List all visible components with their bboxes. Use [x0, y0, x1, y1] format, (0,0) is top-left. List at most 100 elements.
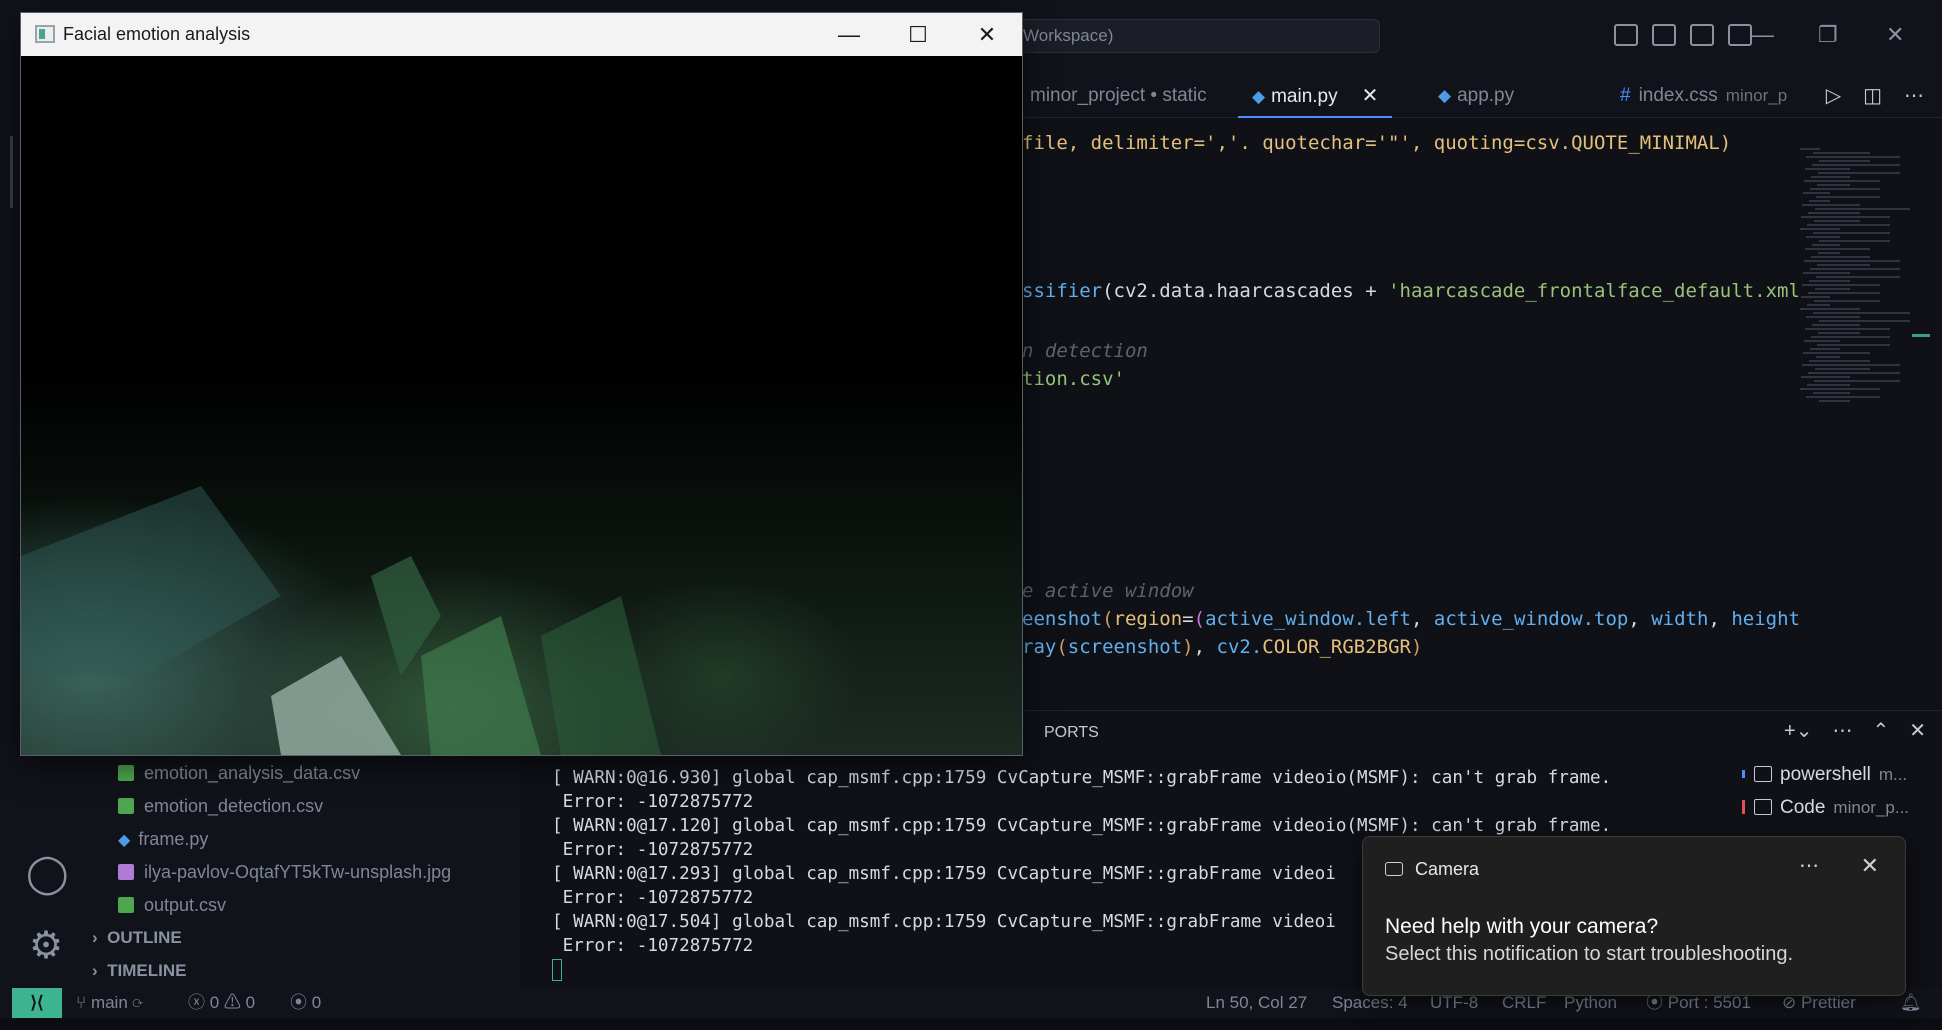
taskbar-edge — [0, 1018, 1942, 1030]
tab-index-css[interactable]: # index.css minor_p — [1620, 74, 1787, 118]
code-line: ray(screenshot), cv2.COLOR_RGB2BGR) — [1022, 634, 1422, 660]
terminal-marker — [1742, 770, 1745, 778]
image-file-icon — [118, 864, 134, 880]
code-token: ( — [1056, 636, 1068, 658]
window-minimize-icon[interactable]: — — [814, 13, 884, 56]
code-token: tion.csv' — [1022, 368, 1125, 390]
terminal-line: [ WARN:0@16.930] global cap_msmf.cpp:175… — [552, 768, 1612, 788]
code-token: ) — [1182, 636, 1194, 658]
file-name: ilya-pavlov-OqtafYT5kTw-unsplash.jpg — [144, 862, 452, 882]
code-editor[interactable]: file, delimiter=','. quotechar='"', quot… — [1022, 126, 1802, 700]
ports-status[interactable]: ⦿ 0 — [290, 988, 321, 1018]
broadcast-icon: ⦿ — [290, 993, 312, 1012]
notification-body: Select this notification to start troubl… — [1385, 943, 1794, 965]
customize-layout-icon[interactable] — [1728, 24, 1752, 46]
camera-frame — [21, 56, 1022, 755]
chevron-right-icon: › — [92, 961, 108, 980]
code-token: file, delimiter=','. quotechar='"', quot… — [1022, 132, 1732, 154]
restore-icon[interactable]: ❐ — [1818, 22, 1838, 48]
minimize-icon[interactable]: — — [1752, 22, 1774, 48]
explorer-file-item[interactable]: output.csv — [118, 889, 226, 922]
remote-indicator-icon[interactable]: ⟩⟨ — [12, 988, 62, 1018]
new-terminal-icon[interactable]: +⌄ — [1784, 718, 1812, 743]
code-token: e active window — [1022, 580, 1194, 602]
panel-actions: +⌄ ⋯ ⌃ ✕ — [1784, 718, 1926, 743]
code-token: ( — [1102, 280, 1114, 302]
error-icon: ⓧ — [188, 993, 210, 1012]
branch-icon: ⑂ — [76, 993, 91, 1012]
code-token: , — [1628, 608, 1652, 630]
code-line: tion.csv' — [1022, 366, 1125, 392]
settings-gear-icon[interactable]: ⚙ — [26, 926, 66, 966]
code-line: ssifier(cv2.data.haarcascades + 'haarcas… — [1022, 278, 1800, 304]
problems-status[interactable]: ⓧ 0 ⚠ 0 — [188, 988, 255, 1018]
tab-static[interactable]: minor_project • static — [1030, 74, 1207, 118]
tab-ports[interactable]: PORTS — [1044, 724, 1099, 742]
explorer-file-item[interactable]: emotion_detection.csv — [118, 790, 323, 823]
code-token: ( — [1193, 608, 1206, 630]
code-line: n detection — [1022, 338, 1148, 364]
terminal-item-powershell[interactable]: powershell m... — [1754, 764, 1907, 786]
notification-close-icon[interactable]: ✕ — [1861, 853, 1879, 879]
close-panel-icon[interactable]: ✕ — [1909, 718, 1926, 743]
file-name: emotion_detection.csv — [144, 796, 324, 816]
code-line: e active window — [1022, 578, 1194, 604]
terminal-marker — [1742, 800, 1745, 814]
code-token: screenshot — [1067, 636, 1183, 658]
toggle-secondary-sidebar-icon[interactable] — [1690, 24, 1714, 46]
more-actions-icon[interactable]: ⋯ — [1904, 74, 1924, 118]
toggle-primary-sidebar-icon[interactable] — [1614, 24, 1638, 46]
camera-window-titlebar[interactable]: Facial emotion analysis — ☐ ✕ — [21, 13, 1022, 56]
tab-app-py[interactable]: ◆ app.py — [1438, 74, 1514, 118]
code-token: active_window.top — [1433, 608, 1629, 630]
camera-notification[interactable]: Camera ⋯ ✕ Need help with your camera? S… — [1362, 836, 1906, 996]
app-icon — [35, 25, 55, 43]
code-token: , — [1708, 608, 1732, 630]
terminal-item-code[interactable]: Code minor_p... — [1754, 797, 1909, 819]
python-icon: ◆ — [1252, 87, 1266, 106]
code-token: ) — [1411, 636, 1423, 658]
maximize-panel-icon[interactable]: ⌃ — [1872, 718, 1889, 743]
tab-main-py[interactable]: ◆ main.py ✕ — [1238, 74, 1393, 118]
file-name: output.csv — [144, 895, 227, 915]
code-token: cv2.data.haarcascades + — [1113, 280, 1389, 302]
timeline-section[interactable]: › TIMELINE — [92, 954, 186, 987]
close-tab-icon[interactable]: ✕ — [1362, 85, 1379, 107]
code-token: COLOR_RGB2BGR — [1262, 636, 1411, 658]
code-token: height — [1731, 608, 1800, 630]
branch-status[interactable]: ⑂ main ⟳ — [76, 988, 143, 1018]
explorer-file-item[interactable]: ilya-pavlov-OqtafYT5kTw-unsplash.jpg — [118, 856, 451, 889]
terminal-line: [ WARN:0@17.120] global cap_msmf.cpp:175… — [552, 816, 1612, 836]
outline-section[interactable]: › OUTLINE — [92, 921, 182, 954]
panel-more-icon[interactable]: ⋯ — [1832, 718, 1852, 743]
code-line: eenshot(region=(active_window.left, acti… — [1022, 606, 1800, 632]
accounts-icon[interactable]: ◯ — [26, 854, 69, 894]
python-file-icon: ◆ — [118, 832, 131, 849]
css-icon: # — [1620, 85, 1631, 106]
code-token: eenshot — [1022, 608, 1103, 630]
code-token: width — [1651, 608, 1709, 630]
toggle-panel-icon[interactable] — [1652, 24, 1676, 46]
explorer-file-item[interactable]: ◆ frame.py — [118, 823, 208, 856]
code-token: n detection — [1022, 340, 1148, 362]
split-editor-icon[interactable]: ◫ — [1863, 74, 1882, 118]
terminal-line: Error: -1072875772 — [552, 792, 754, 812]
file-name: frame.py — [138, 829, 209, 849]
csv-file-icon — [118, 765, 134, 781]
cursor-position[interactable]: Ln 50, Col 27 — [1206, 988, 1307, 1018]
sync-icon[interactable]: ⟳ — [128, 993, 143, 1012]
notification-more-icon[interactable]: ⋯ — [1799, 853, 1819, 878]
code-token: ray — [1022, 636, 1057, 658]
minimap-marker — [1912, 334, 1930, 337]
minimap[interactable] — [1800, 148, 1910, 408]
explorer-file-item[interactable]: emotion_analysis_data.csv — [118, 757, 360, 790]
facial-emotion-window[interactable]: Facial emotion analysis — ☐ ✕ — [20, 12, 1023, 756]
layout-controls — [1614, 24, 1752, 46]
run-icon[interactable]: ▷ — [1826, 74, 1841, 118]
command-center[interactable]: Workspace) — [1000, 19, 1380, 53]
terminal-cursor — [552, 959, 562, 981]
warning-icon: ⚠ — [219, 993, 246, 1012]
window-maximize-icon[interactable]: ☐ — [883, 13, 953, 56]
window-close-icon[interactable]: ✕ — [952, 13, 1022, 56]
close-icon[interactable]: ✕ — [1886, 22, 1904, 48]
